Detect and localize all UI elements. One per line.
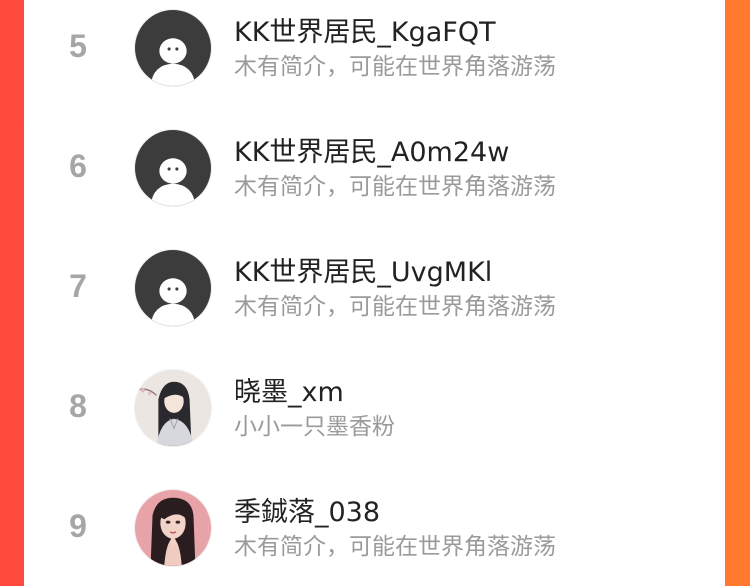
user-bio: 木有简介，可能在世界角落游荡 xyxy=(234,534,556,560)
list-item[interactable]: 9 季鋮落_038 木有简介，可能在世界角落游荡 xyxy=(24,480,725,580)
list-item[interactable]: 8 晓墨_xm 小小一只墨香粉 xyxy=(24,360,725,460)
user-bio: 木有简介，可能在世界角落游荡 xyxy=(234,174,556,200)
list-item[interactable]: 5 KK世界居民_KgaFQT 木有简介，可能在世界角落游荡 xyxy=(24,0,725,100)
ranking-list: 5 KK世界居民_KgaFQT 木有简介，可能在世界角落游荡 6 KK世界居民_… xyxy=(24,0,725,586)
user-bio: 木有简介，可能在世界角落游荡 xyxy=(234,54,556,80)
user-name[interactable]: 晓墨_xm xyxy=(234,370,344,409)
user-name[interactable]: KK世界居民_UvgMKl xyxy=(234,250,492,289)
portrait-avatar[interactable] xyxy=(134,489,212,567)
rank-number: 6 xyxy=(69,148,87,184)
user-bio: 木有简介，可能在世界角落游荡 xyxy=(234,294,556,320)
default-avatar-icon[interactable] xyxy=(134,9,212,87)
list-item[interactable]: 7 KK世界居民_UvgMKl 木有简介，可能在世界角落游荡 xyxy=(24,240,725,340)
rank-number: 9 xyxy=(69,508,87,544)
rank-number: 5 xyxy=(69,28,87,64)
anime-character-avatar[interactable] xyxy=(134,369,212,447)
user-name[interactable]: KK世界居民_KgaFQT xyxy=(234,10,496,49)
list-item[interactable]: 6 KK世界居民_A0m24w 木有简介，可能在世界角落游荡 xyxy=(24,120,725,220)
rank-number: 7 xyxy=(69,268,87,304)
user-name[interactable]: 季鋮落_038 xyxy=(234,490,380,529)
user-bio: 小小一只墨香粉 xyxy=(234,414,395,440)
default-avatar-icon[interactable] xyxy=(134,249,212,327)
default-avatar-icon[interactable] xyxy=(134,129,212,207)
user-name[interactable]: KK世界居民_A0m24w xyxy=(234,130,509,169)
rank-number: 8 xyxy=(69,388,87,424)
